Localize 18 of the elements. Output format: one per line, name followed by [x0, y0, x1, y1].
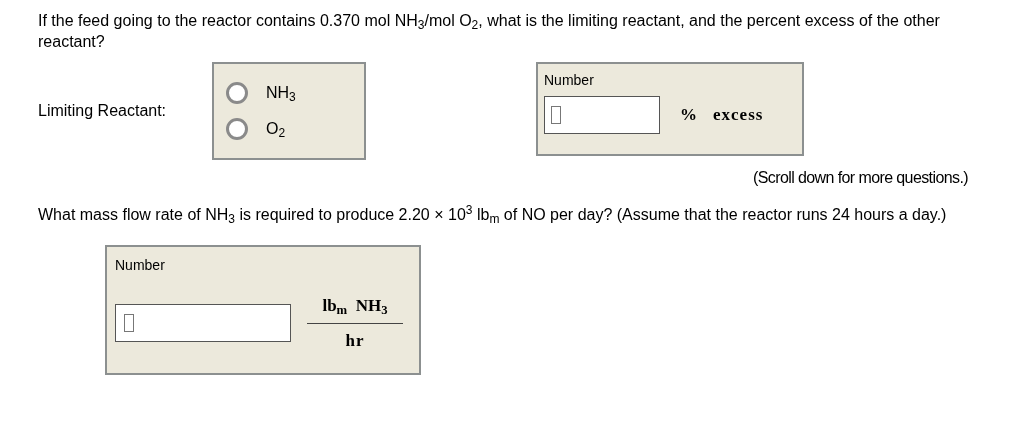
scroll-note: (Scroll down for more questions.) [753, 168, 968, 188]
number-input-field[interactable] [115, 304, 291, 342]
radio-button[interactable] [226, 82, 248, 104]
unit-numerator: lb$_{m}$ NH$_{3}$ [321, 295, 389, 319]
percent-unit: % [680, 104, 697, 127]
number-label: Number [115, 257, 165, 273]
radio-option-label: O$_{2}$ [266, 119, 286, 141]
unit-denominator: hr [345, 329, 365, 352]
text-cursor-icon [551, 106, 561, 124]
limiting-reactant-label: Limiting Reactant: [38, 101, 167, 121]
number-input-field[interactable] [544, 96, 660, 134]
radio-option-label: NH$_{3}$ [266, 83, 296, 105]
excess-unit: excess [713, 104, 764, 127]
question-text: What mass flow rate of NH$_{3}$ is required to produce 2.20 × 10$^{3}$ lb$_{m}$ of NO per day? (Assume that the reactor runs 24 hours a day.) [38, 204, 948, 225]
question-text: If the feed going to the reactor contains 0.370 mol NH$_{3}$/mol O$_{2}$, what is the limiting reactant, and the percent excess of the other reactant? [38, 11, 941, 52]
text-cursor-icon [124, 314, 134, 332]
number-label: Number [544, 72, 594, 88]
radio-button[interactable] [226, 118, 248, 140]
